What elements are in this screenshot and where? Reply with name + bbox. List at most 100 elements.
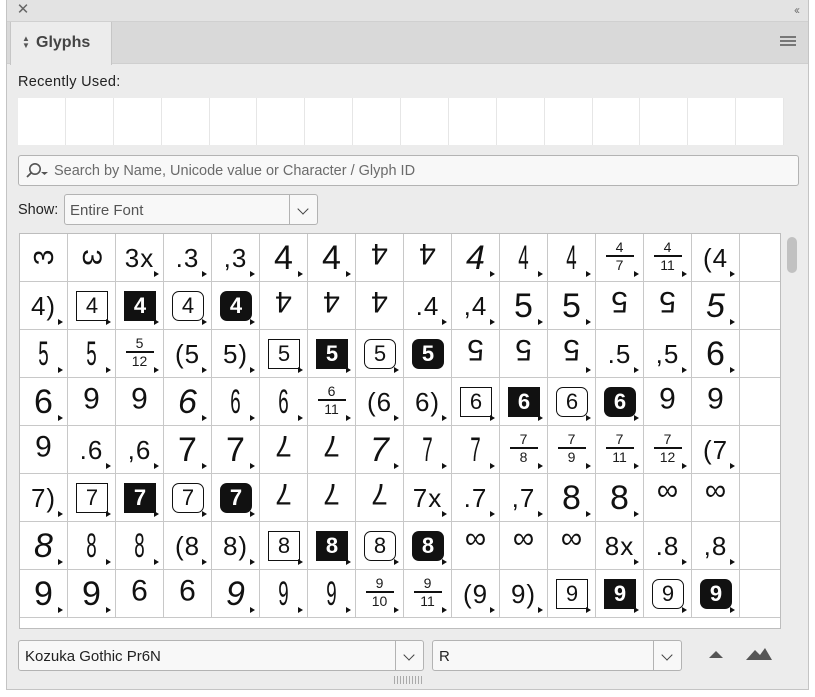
glyph-cell[interactable]: 3	[68, 234, 116, 282]
glyph-cell[interactable]	[740, 426, 780, 474]
glyph-cell[interactable]: 7	[164, 426, 212, 474]
glyph-cell[interactable]: 4 11	[644, 234, 692, 282]
scrollbar-thumb[interactable]	[787, 237, 797, 273]
glyph-cell[interactable]: ∞	[500, 522, 548, 570]
alternates-triangle-icon[interactable]	[730, 271, 735, 277]
glyph-cell[interactable]: 5	[548, 330, 596, 378]
alternates-triangle-icon[interactable]	[490, 511, 495, 517]
glyph-cell[interactable]: 8x	[596, 522, 644, 570]
alternates-triangle-icon[interactable]	[298, 607, 303, 613]
glyph-cell[interactable]: 4	[404, 234, 452, 282]
glyph-cell[interactable]: 9	[548, 570, 596, 618]
glyph-cell[interactable]: 5	[452, 330, 500, 378]
glyph-cell[interactable]: 6 11	[308, 378, 356, 426]
alternates-triangle-icon[interactable]	[682, 463, 687, 469]
glyph-cell[interactable]: ,6	[116, 426, 164, 474]
alternates-triangle-icon[interactable]	[442, 607, 447, 613]
alternates-triangle-icon[interactable]	[682, 559, 687, 565]
show-dropdown[interactable]: Entire Font	[64, 194, 318, 225]
glyph-cell[interactable]: 5 12	[116, 330, 164, 378]
glyph-cell[interactable]: 9	[308, 570, 356, 618]
glyph-cell[interactable]: 7	[452, 426, 500, 474]
collapse-icon[interactable]: ‹‹	[794, 3, 800, 17]
glyph-cell[interactable]: 9	[692, 570, 740, 618]
glyph-cell[interactable]: 5	[68, 330, 116, 378]
alternates-triangle-icon[interactable]	[538, 511, 543, 517]
glyph-cell[interactable]: (9	[452, 570, 500, 618]
glyph-cell[interactable]: 7x	[404, 474, 452, 522]
glyph-cell[interactable]: 6	[500, 378, 548, 426]
alternates-triangle-icon[interactable]	[58, 367, 63, 373]
alternates-triangle-icon[interactable]	[394, 415, 399, 421]
alternates-triangle-icon[interactable]	[106, 367, 111, 373]
recently-used-slot[interactable]	[210, 98, 258, 145]
glyph-cell[interactable]: 4	[356, 282, 404, 330]
glyph-cell[interactable]: 7	[356, 474, 404, 522]
glyph-cell[interactable]: 79	[548, 426, 596, 474]
recently-used-slot[interactable]	[257, 98, 306, 145]
glyph-cell[interactable]: 3	[20, 234, 68, 282]
alternates-triangle-icon[interactable]	[394, 607, 399, 613]
glyph-cell[interactable]: ,3	[212, 234, 260, 282]
glyph-cell[interactable]: 8	[308, 522, 356, 570]
glyph-cell[interactable]: 7 12	[644, 426, 692, 474]
glyph-cell[interactable]: 7	[260, 426, 308, 474]
glyph-cell[interactable]: 8	[116, 522, 164, 570]
glyph-cell[interactable]: (6	[356, 378, 404, 426]
recently-used-slot[interactable]	[736, 98, 784, 145]
alternates-triangle-icon[interactable]	[586, 319, 591, 325]
recently-used-slot[interactable]	[449, 98, 497, 145]
alternates-triangle-icon[interactable]	[58, 319, 63, 325]
alternates-triangle-icon[interactable]	[490, 319, 495, 325]
close-icon[interactable]: ✕	[15, 2, 31, 18]
glyph-cell[interactable]: 5	[20, 330, 68, 378]
show-dropdown-button[interactable]	[289, 195, 317, 224]
glyph-cell[interactable]: 8)	[212, 522, 260, 570]
glyph-cell[interactable]: 6	[596, 378, 644, 426]
glyph-cell[interactable]	[740, 474, 780, 522]
glyph-cell[interactable]: 6	[452, 378, 500, 426]
glyph-cell[interactable]: 7	[404, 426, 452, 474]
glyph-cell[interactable]: 4	[116, 282, 164, 330]
alternates-triangle-icon[interactable]	[106, 511, 111, 517]
glyph-cell[interactable]: 9	[260, 570, 308, 618]
recently-used-slot[interactable]	[66, 98, 114, 145]
alternates-triangle-icon[interactable]	[58, 511, 63, 517]
alternates-triangle-icon[interactable]	[730, 607, 735, 613]
alternates-triangle-icon[interactable]	[346, 415, 351, 421]
glyph-cell[interactable]: 78	[500, 426, 548, 474]
glyph-cell[interactable]: .4	[404, 282, 452, 330]
glyph-cell[interactable]: 6	[548, 378, 596, 426]
alternates-triangle-icon[interactable]	[106, 559, 111, 565]
glyph-cell[interactable]: 5	[356, 330, 404, 378]
glyph-cell[interactable]: 7	[164, 474, 212, 522]
alternates-triangle-icon[interactable]	[538, 463, 543, 469]
alternates-triangle-icon[interactable]	[730, 559, 735, 565]
alternates-triangle-icon[interactable]	[250, 463, 255, 469]
recently-used-slot[interactable]	[353, 98, 401, 145]
alternates-triangle-icon[interactable]	[730, 463, 735, 469]
alternates-triangle-icon[interactable]	[106, 319, 111, 325]
alternates-triangle-icon[interactable]	[634, 607, 639, 613]
glyph-cell[interactable]: 5)	[212, 330, 260, 378]
alternates-triangle-icon[interactable]	[154, 511, 159, 517]
glyph-cell[interactable]: ,5	[644, 330, 692, 378]
alternates-triangle-icon[interactable]	[250, 559, 255, 565]
alternates-triangle-icon[interactable]	[586, 271, 591, 277]
recently-used-slot[interactable]	[114, 98, 162, 145]
glyph-cell[interactable]: 6	[68, 378, 116, 426]
alternates-triangle-icon[interactable]	[154, 559, 159, 565]
glyph-cell[interactable]: 5	[308, 330, 356, 378]
alternates-triangle-icon[interactable]	[730, 367, 735, 373]
glyph-cell[interactable]: 9	[164, 570, 212, 618]
glyph-cell[interactable]: 8	[68, 522, 116, 570]
glyph-cell[interactable]: ∞	[548, 522, 596, 570]
alternates-triangle-icon[interactable]	[442, 463, 447, 469]
alternates-triangle-icon[interactable]	[634, 271, 639, 277]
zoom-out-icon[interactable]	[707, 648, 725, 660]
glyph-cell[interactable]: 5	[500, 330, 548, 378]
recently-used-slot[interactable]	[688, 98, 737, 145]
alternates-triangle-icon[interactable]	[250, 367, 255, 373]
alternates-triangle-icon[interactable]	[346, 559, 351, 565]
alternates-triangle-icon[interactable]	[442, 559, 447, 565]
